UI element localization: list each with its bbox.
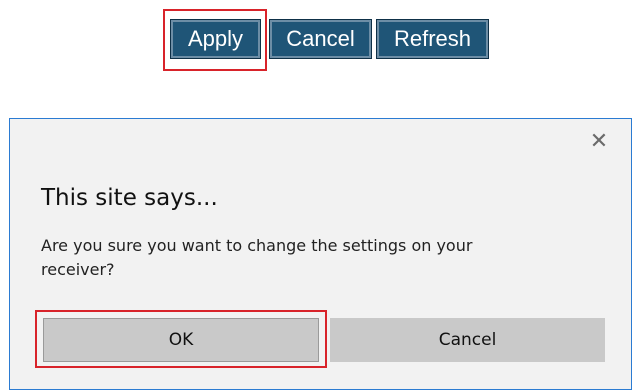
- dialog-message: Are you sure you want to change the sett…: [41, 236, 473, 279]
- ok-button[interactable]: OK: [43, 318, 319, 362]
- dialog-cancel-button[interactable]: Cancel: [330, 318, 605, 362]
- toolbar-cancel-button[interactable]: Cancel: [269, 19, 372, 59]
- close-icon[interactable]: ✕: [588, 131, 610, 153]
- refresh-button[interactable]: Refresh: [376, 19, 489, 59]
- dialog-title: This site says...: [41, 185, 218, 211]
- apply-button[interactable]: Apply: [170, 19, 261, 59]
